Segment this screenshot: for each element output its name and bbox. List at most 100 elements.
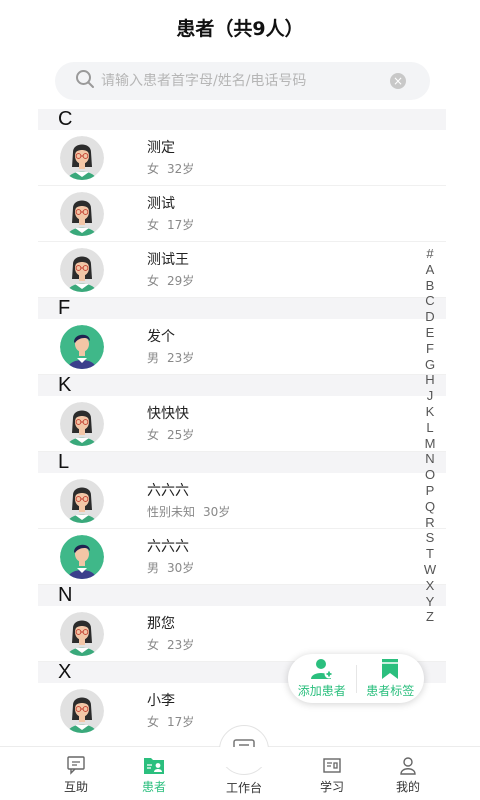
index-letter[interactable]: M [425,436,436,452]
patient-meta: 女 23岁 [147,636,202,654]
section-header-n: N [38,585,446,606]
index-letter[interactable]: A [426,262,435,278]
patient-meta: 女 17岁 [147,216,202,234]
add-patient-label: 添加患者 [297,684,346,698]
patient-row[interactable]: 六六六性别未知 30岁 [38,473,446,529]
add-patient-button[interactable]: 添加患者 [288,654,356,703]
patient-gender: 男 [147,350,160,365]
bookmark-icon [382,659,399,679]
patient-gender: 女 [147,715,160,729]
patient-gender: 女 [147,161,160,176]
avatar-male-icon [60,534,104,579]
index-letter[interactable]: B [426,278,435,294]
patient-row[interactable]: 测试女 17岁 [38,186,446,242]
patient-meta: 女 32岁 [147,160,202,178]
index-letter[interactable]: H [425,372,434,388]
patient-info: 测试王女 29岁 [147,250,202,290]
tab-profile[interactable]: 我的 [368,755,448,795]
patient-name: 发个 [147,328,175,345]
index-letter[interactable]: Q [425,499,435,515]
patient-age: 23岁 [167,350,195,365]
patient-name: 六六六 [147,538,189,555]
patient-meta: 男 23岁 [147,349,202,367]
patient-age: 23岁 [167,637,195,652]
profile-icon [400,757,416,775]
index-letter[interactable]: G [425,357,435,373]
patient-info: 测定女 32岁 [147,138,202,178]
patient-actions: 添加患者 患者标签 [288,654,424,703]
tab-study[interactable]: 学习 [292,755,372,795]
index-letter[interactable]: L [426,420,433,436]
index-letter[interactable]: F [426,341,434,357]
section-header-f: F [38,298,446,319]
avatar-female-icon [60,191,104,236]
index-letter[interactable]: # [426,246,433,262]
patient-row[interactable]: 六六六男 30岁 [38,529,446,585]
index-letter[interactable]: W [424,562,436,578]
patient-age: 17岁 [167,715,195,729]
patient-name: 那您 [147,615,175,632]
index-letter[interactable]: T [426,546,434,562]
tab-label: 互助 [63,780,88,794]
search-bar[interactable]: × [55,62,430,100]
patient-card-icon [144,758,164,774]
add-user-icon [310,659,334,679]
patient-age: 29岁 [167,273,195,288]
chat-icon [67,756,85,775]
index-letter[interactable]: O [425,467,435,483]
index-letter[interactable]: R [425,515,434,531]
patient-name: 快快快 [147,405,189,422]
patient-info: 快快快女 25岁 [147,404,202,444]
section-header-c: C [38,109,446,130]
index-letter[interactable]: C [425,293,434,309]
patient-row[interactable]: 测试王女 29岁 [38,242,446,298]
tab-mutual-help[interactable]: 互助 [36,755,116,795]
study-icon [323,758,341,773]
patient-name: 测试王 [147,251,189,268]
index-letter[interactable]: D [425,309,434,325]
tab-label: 学习 [319,780,344,794]
patient-meta: 男 30岁 [147,559,202,577]
section-header-k: K [38,375,446,396]
close-circle-icon[interactable]: × [390,73,406,89]
index-letter[interactable]: Y [426,594,435,610]
search-icon [75,69,95,93]
patient-row[interactable]: 发个男 23岁 [38,319,446,375]
alphabet-index[interactable]: # A B C D E F G H J K L M N O P Q R S T W X Y Z [420,246,440,625]
patient-info: 测试女 17岁 [147,194,202,234]
index-letter[interactable]: S [426,530,435,546]
patient-info: 小李女 17岁 [147,691,202,731]
index-letter[interactable]: N [425,451,434,467]
index-letter[interactable]: J [427,388,434,404]
index-letter[interactable]: Z [426,609,434,625]
avatar-female-icon [60,135,104,180]
patient-meta: 性别未知 30岁 [147,503,238,521]
patient-info: 六六六性别未知 30岁 [147,481,238,521]
patient-row[interactable]: 测定女 32岁 [38,130,446,186]
patient-name: 六六六 [147,482,189,499]
avatar-female-icon [60,247,104,292]
patient-row[interactable]: 快快快女 25岁 [38,396,446,452]
index-letter[interactable]: K [426,404,435,420]
patient-name: 小李 [147,693,175,709]
tab-label: 患者 [141,780,166,794]
avatar-female-icon [60,689,104,733]
patient-name: 测定 [147,139,175,156]
index-letter[interactable]: X [426,578,435,594]
patient-gender: 女 [147,273,160,288]
patient-age: 30岁 [167,560,195,575]
patient-info: 六六六男 30岁 [147,537,202,577]
patient-list[interactable]: C 测定女 32岁 测试女 17岁 测试王女 29岁 F 发个男 23岁 K 快快快女 25岁 L 六六六性… [38,109,446,746]
patient-info: 发个男 23岁 [147,327,202,367]
patient-tag-label: 患者标签 [366,684,415,698]
tab-label: 我的 [395,780,420,794]
index-letter[interactable]: E [426,325,435,341]
tab-patients[interactable]: 患者 [114,755,194,795]
search-input[interactable] [101,73,381,89]
index-letter[interactable]: P [426,483,435,499]
patient-meta: 女 29岁 [147,272,202,290]
patient-gender: 男 [147,560,160,575]
section-header-l: L [38,452,446,473]
patient-tag-button[interactable]: 患者标签 [357,654,425,703]
patient-name: 测试 [147,195,175,212]
